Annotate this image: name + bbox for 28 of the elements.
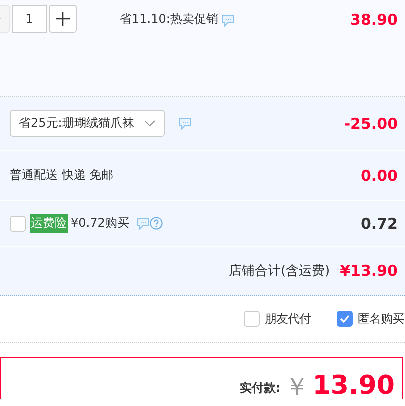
insurance-amount: 0.72: [360, 214, 398, 232]
option-label: 朋友代付: [265, 310, 311, 328]
coupon-amount: -25.00: [344, 114, 398, 132]
option-checkbox[interactable]: [244, 311, 260, 327]
shop-total-label: 店铺合计(含运费): [228, 263, 330, 280]
chat-icon[interactable]: [222, 15, 236, 27]
payment-label: 实付款:: [240, 380, 281, 397]
increase-button[interactable]: [49, 5, 77, 33]
plus-icon: [56, 12, 70, 26]
delivery-label: 普通配送 快递 免邮: [10, 167, 114, 184]
chat-icon[interactable]: [137, 218, 150, 230]
insurance-checkbox[interactable]: [10, 216, 26, 232]
insurance-tag: 运费险: [30, 214, 68, 233]
chevron-icon: [144, 120, 156, 128]
option-checkbox[interactable]: [337, 311, 353, 327]
currency-symbol: ￥: [284, 375, 309, 399]
shop-total-amount: ¥13.90: [340, 262, 398, 280]
help-icon[interactable]: [150, 217, 164, 230]
promo-text: 省11.10:热卖促销: [120, 11, 218, 28]
check-icon: [340, 315, 350, 323]
chat-icon[interactable]: [179, 118, 192, 130]
coupon-select[interactable]: 省25元:珊瑚绒猫爪袜: [10, 110, 166, 137]
quantity-field[interactable]: 1: [12, 5, 47, 33]
option-label: 匿名购买: [358, 310, 404, 328]
item-price: 38.90: [350, 11, 398, 29]
insurance-label: ¥0.72购买: [71, 215, 130, 232]
delivery-amount: 0.00: [360, 166, 398, 184]
payment-amount: 13.90: [312, 373, 395, 399]
